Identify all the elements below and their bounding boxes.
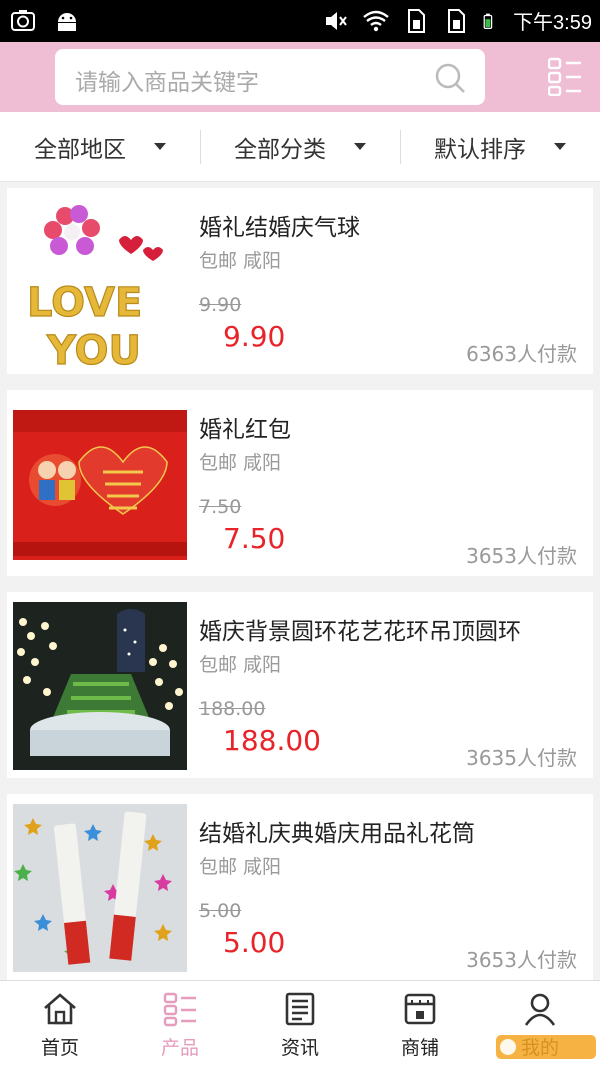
- tab-products[interactable]: 产品: [120, 981, 240, 1067]
- home-icon: [44, 993, 76, 1025]
- search-input[interactable]: 请输入商品关键字: [55, 49, 485, 105]
- product-original-price: 5.00: [199, 900, 242, 922]
- product-price: 5.00: [223, 926, 286, 959]
- filter-region[interactable]: 全部地区: [0, 112, 200, 181]
- product-info: 结婚礼庆典婚庆用品礼花筒 包邮 咸阳 5.00 5.00 3653人付款: [199, 794, 593, 980]
- tab-shops-label: 商铺: [400, 1037, 439, 1059]
- clock: 下午3:59: [513, 12, 592, 34]
- filter-sort[interactable]: 默认排序: [400, 112, 600, 181]
- filter-sort-label: 默认排序: [434, 136, 526, 163]
- product-original-price: 7.50: [199, 496, 242, 518]
- product-price: 188.00: [223, 724, 321, 757]
- battery-icon: [483, 13, 493, 29]
- product-card[interactable]: 结婚礼庆典婚庆用品礼花筒 包邮 咸阳 5.00 5.00 3653人付款: [7, 794, 593, 980]
- filter-bar: 全部地区 全部分类 默认排序: [0, 112, 600, 182]
- product-info: 婚礼红包 包邮 咸阳 7.50 7.50 3653人付款: [199, 390, 593, 576]
- android-icon: [58, 13, 76, 31]
- svg-text:YOU: YOU: [46, 328, 141, 366]
- tab-home[interactable]: 首页: [0, 981, 120, 1067]
- mute-icon: [326, 11, 347, 30]
- tab-home-label: 首页: [40, 1037, 79, 1059]
- tab-shops[interactable]: 商铺: [360, 981, 480, 1067]
- product-title[interactable]: 婚礼红包: [199, 410, 291, 444]
- product-sales: 3635人付款: [466, 746, 577, 770]
- product-image-wedding-stage[interactable]: [13, 602, 187, 770]
- product-title[interactable]: 婚礼结婚庆气球: [199, 208, 360, 242]
- product-shipping: 包邮 咸阳: [199, 250, 282, 272]
- product-card[interactable]: LOVE YOU 婚礼结婚庆气球 包邮 咸阳 9.90 9.90 6363人付款: [7, 188, 593, 374]
- product-title[interactable]: 结婚礼庆典婚庆用品礼花筒: [199, 814, 475, 848]
- screenshot-icon: [11, 10, 35, 31]
- wifi-icon: [363, 10, 389, 31]
- filter-category[interactable]: 全部分类: [200, 112, 400, 181]
- grid-list-icon: [163, 992, 196, 1027]
- product-image-red-envelope[interactable]: [13, 400, 187, 568]
- product-sales: 6363人付款: [466, 342, 577, 366]
- product-original-price: 188.00: [199, 698, 266, 720]
- filter-category-label: 全部分类: [234, 136, 326, 163]
- search-placeholder: 请输入商品关键字: [75, 70, 259, 96]
- product-price: 7.50: [223, 522, 286, 555]
- category-menu-icon[interactable]: [548, 56, 582, 96]
- product-card[interactable]: 婚礼红包 包邮 咸阳 7.50 7.50 3653人付款: [7, 390, 593, 576]
- product-original-price: 9.90: [199, 294, 242, 316]
- tab-products-label: 产品: [160, 1037, 199, 1059]
- sim-1-icon: [408, 8, 426, 33]
- caret-down-icon: [554, 143, 566, 150]
- caret-down-icon: [154, 143, 166, 150]
- status-bar: 下午3:59: [0, 0, 600, 42]
- shop-icon: [404, 993, 436, 1025]
- user-icon: [524, 993, 556, 1026]
- tab-news[interactable]: 资讯: [240, 981, 360, 1067]
- product-sales: 3653人付款: [466, 948, 577, 972]
- product-title[interactable]: 婚庆背景圆环花艺花环吊顶圆环: [199, 612, 521, 646]
- product-image-balloons[interactable]: LOVE YOU: [13, 198, 187, 366]
- product-shipping: 包邮 咸阳: [199, 452, 282, 474]
- news-icon: [285, 992, 315, 1026]
- search-icon[interactable]: [433, 61, 467, 95]
- filter-region-label: 全部地区: [34, 136, 126, 163]
- product-card[interactable]: 婚庆背景圆环花艺花环吊顶圆环 包邮 咸阳 188.00 188.00 3635人…: [7, 592, 593, 778]
- product-price: 9.90: [223, 320, 286, 353]
- search-header: 请输入商品关键字: [0, 42, 600, 112]
- product-shipping: 包邮 咸阳: [199, 856, 282, 878]
- product-shipping: 包邮 咸阳: [199, 654, 282, 676]
- caret-down-icon: [354, 143, 366, 150]
- tab-news-label: 资讯: [280, 1037, 319, 1059]
- watermark-logo: [496, 1035, 596, 1059]
- product-info: 婚庆背景圆环花艺花环吊顶圆环 包邮 咸阳 188.00 188.00 3635人…: [199, 592, 593, 778]
- sim-2-icon: [448, 8, 466, 33]
- product-image-confetti-cannon[interactable]: [13, 804, 187, 972]
- svg-text:LOVE: LOVE: [27, 280, 142, 326]
- product-sales: 3653人付款: [466, 544, 577, 568]
- product-info: 婚礼结婚庆气球 包邮 咸阳 9.90 9.90 6363人付款: [199, 188, 593, 374]
